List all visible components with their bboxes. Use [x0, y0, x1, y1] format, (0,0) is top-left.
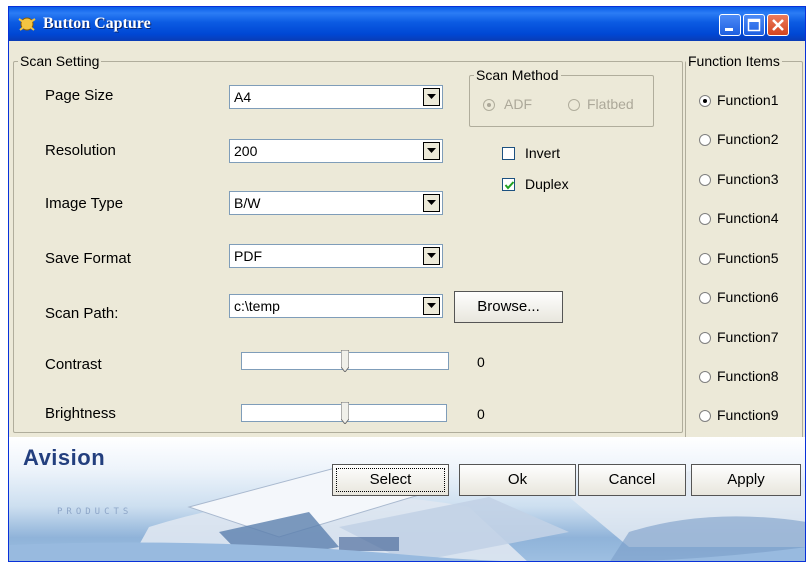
contrast-label: Contrast — [45, 356, 102, 373]
button-capture-window: Button Capture Scan Setting Page Size A4… — [8, 6, 806, 562]
maximize-icon — [747, 18, 761, 32]
chevron-down-icon[interactable] — [423, 297, 440, 315]
brightness-thumb[interactable] — [341, 402, 349, 424]
page-size-select[interactable]: A4 — [229, 85, 443, 109]
chevron-down-icon[interactable] — [423, 194, 440, 212]
brightness-slider[interactable] — [241, 402, 447, 424]
contrast-thumb[interactable] — [341, 350, 349, 372]
save-format-select[interactable]: PDF — [229, 244, 443, 268]
ok-button[interactable]: Ok — [459, 464, 576, 496]
function1-label: Function1 — [717, 92, 779, 108]
function3-label: Function3 — [717, 171, 779, 187]
chevron-down-icon[interactable] — [423, 142, 440, 160]
scan-method-legend: Scan Method — [474, 67, 561, 83]
image-type-label: Image Type — [45, 195, 124, 212]
brightness-label: Brightness — [45, 405, 116, 422]
function7-radio[interactable] — [699, 332, 711, 344]
browse-button[interactable]: Browse... — [454, 291, 563, 323]
function4-radio[interactable] — [699, 213, 711, 225]
select-button[interactable]: Select — [332, 464, 449, 496]
apply-button[interactable]: Apply — [691, 464, 801, 496]
function4-label: Function4 — [717, 210, 779, 226]
scan-setting-legend: Scan Setting — [18, 53, 102, 69]
function2-radio[interactable] — [699, 134, 711, 146]
avision-products-text: PRODUCTS — [57, 507, 133, 517]
function1-radio[interactable] — [699, 95, 711, 107]
brightness-value: 0 — [477, 406, 485, 422]
flatbed-radio[interactable] — [568, 99, 580, 111]
duplex-checkbox[interactable] — [502, 178, 515, 191]
resolution-value: 200 — [234, 143, 258, 159]
function9-label: Function9 — [717, 407, 779, 423]
adf-label: ADF — [504, 96, 532, 112]
image-type-value: B/W — [234, 195, 261, 211]
function8-radio[interactable] — [699, 371, 711, 383]
function6-radio[interactable] — [699, 292, 711, 304]
checkmark-icon — [504, 181, 515, 190]
invert-label: Invert — [525, 145, 561, 161]
function2-label: Function2 — [717, 131, 779, 147]
scan-path-value: c:\temp — [234, 298, 280, 314]
avision-logo: Avision — [23, 445, 106, 470]
resolution-select[interactable]: 200 — [229, 139, 443, 163]
function5-radio[interactable] — [699, 253, 711, 265]
product-photo — [9, 466, 805, 561]
window-title: Button Capture — [43, 15, 151, 32]
save-format-value: PDF — [234, 248, 262, 264]
flatbed-label: Flatbed — [587, 96, 634, 112]
close-icon — [772, 19, 784, 31]
function3-radio[interactable] — [699, 174, 711, 186]
maximize-button[interactable] — [743, 14, 765, 36]
cancel-button[interactable]: Cancel — [578, 464, 686, 496]
invert-checkbox[interactable] — [502, 147, 515, 160]
function-items-legend: Function Items — [686, 53, 782, 69]
contrast-value: 0 — [477, 354, 485, 370]
function5-label: Function5 — [717, 250, 779, 266]
function8-label: Function8 — [717, 368, 779, 384]
title-bar[interactable]: Button Capture — [9, 7, 805, 41]
contrast-slider[interactable] — [241, 350, 449, 372]
app-icon — [18, 17, 36, 31]
avision-banner: Avision PRODUCTS — [9, 437, 805, 561]
page-size-label: Page Size — [45, 87, 114, 104]
scan-path-select[interactable]: c:\temp — [229, 294, 443, 318]
function9-radio[interactable] — [699, 410, 711, 422]
page-size-value: A4 — [234, 89, 252, 105]
chevron-down-icon[interactable] — [423, 88, 440, 106]
save-format-label: Save Format — [45, 250, 131, 267]
scan-path-label: Scan Path: — [45, 305, 119, 322]
close-button[interactable] — [767, 14, 789, 36]
focus-ring — [336, 468, 445, 492]
function6-label: Function6 — [717, 289, 779, 305]
duplex-label: Duplex — [525, 176, 569, 192]
minimize-button[interactable] — [719, 14, 741, 36]
function7-label: Function7 — [717, 329, 779, 345]
image-type-select[interactable]: B/W — [229, 191, 443, 215]
resolution-label: Resolution — [45, 142, 116, 159]
minimize-icon — [725, 28, 733, 31]
adf-radio[interactable] — [483, 99, 495, 111]
chevron-down-icon[interactable] — [423, 247, 440, 265]
